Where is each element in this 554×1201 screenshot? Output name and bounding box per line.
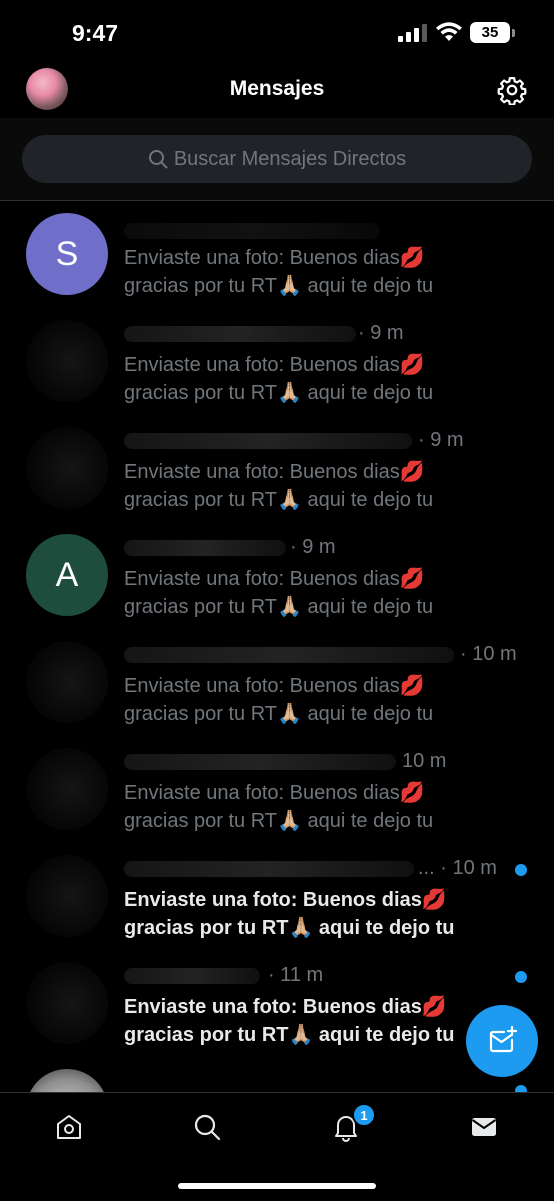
conversation-time: · 9 m: [290, 536, 336, 558]
conversation-time: · 9 m: [418, 429, 464, 451]
mail-icon: [471, 1118, 497, 1136]
message-preview-line1: Enviaste una foto: Buenos dias💋: [124, 461, 425, 483]
conversation-avatar[interactable]: [26, 855, 108, 937]
conversation-time: · 11 m: [268, 964, 324, 986]
conversation-row[interactable]: [0, 1057, 554, 1097]
message-preview-line2: gracias por tu RT🙏🏼 aqui te dejo tu: [124, 489, 434, 511]
message-preview-line2: gracias por tu RT🙏🏼 aqui te dejo tu: [124, 596, 434, 618]
tab-search[interactable]: [187, 1107, 227, 1147]
battery-icon: 35: [470, 22, 510, 43]
message-preview-line2: gracias por tu RT🙏🏼 aqui te dejo tu: [124, 810, 434, 832]
conversation-time: · 10 m: [460, 643, 517, 665]
search-placeholder: Buscar Mensajes Directos: [173, 147, 407, 170]
message-preview-line1: Enviaste una foto: Buenos dias💋: [124, 996, 447, 1018]
message-preview-line2: gracias por tu RT🙏🏼 aqui te dejo tu: [124, 275, 434, 297]
conversation-row[interactable]: · 9 m Enviaste una foto: Buenos dias💋 gr…: [0, 308, 554, 415]
conversation-time: 10 m: [402, 750, 447, 772]
conversation-avatar[interactable]: [26, 320, 108, 402]
status-time: 9:47: [72, 20, 119, 46]
message-preview-line2: gracias por tu RT🙏🏼 aqui te dejo tu: [124, 382, 434, 404]
conversation-avatar[interactable]: [26, 427, 108, 509]
conversation-name-redacted: [124, 223, 380, 239]
battery-nub: [512, 29, 515, 37]
conversation-name-redacted: [124, 540, 286, 556]
conversation-name-redacted: [124, 326, 356, 342]
conversation-row[interactable]: ... · 10 m Enviaste una foto: Buenos dia…: [0, 843, 554, 950]
conversation-time: ... · 10 m: [418, 857, 497, 879]
conversation-list: S Enviaste una foto: Buenos dias💋 gracia…: [0, 201, 554, 1097]
message-preview-line1: Enviaste una foto: Buenos dias💋: [124, 568, 425, 590]
conversation-avatar[interactable]: [26, 748, 108, 830]
conversation-avatar[interactable]: S: [26, 213, 108, 295]
new-message-button[interactable]: [466, 1005, 538, 1077]
page-title: Mensajes: [229, 77, 325, 100]
unread-indicator: [515, 864, 527, 876]
avatar-initial: S: [55, 234, 79, 273]
conversation-time: · 9 m: [358, 322, 404, 344]
conversation-name-redacted: [124, 861, 414, 877]
message-preview-line1: Enviaste una foto: Buenos dias💋: [124, 354, 425, 376]
home-icon: [57, 1115, 81, 1139]
conversation-row[interactable]: · 9 m Enviaste una foto: Buenos dias💋 gr…: [0, 415, 554, 522]
conversation-name-redacted: [124, 647, 454, 663]
unread-indicator: [515, 971, 527, 983]
cellular-signal-icon: [398, 24, 428, 42]
notifications-badge: 1: [352, 1103, 376, 1127]
conversation-row[interactable]: 10 m Enviaste una foto: Buenos dias💋 gra…: [0, 736, 554, 843]
conversation-name-redacted: [124, 968, 260, 984]
home-indicator[interactable]: [178, 1183, 376, 1189]
message-preview-line1: Enviaste una foto: Buenos dias💋: [124, 247, 425, 269]
message-preview-line2: gracias por tu RT🙏🏼 aqui te dejo tu: [124, 1024, 455, 1046]
conversation-row[interactable]: · 10 m Enviaste una foto: Buenos dias💋 g…: [0, 629, 554, 736]
message-preview-line1: Enviaste una foto: Buenos dias💋: [124, 675, 425, 697]
conversation-avatar[interactable]: [26, 641, 108, 723]
conversation-name-redacted: [124, 433, 412, 449]
wifi-icon: [436, 22, 462, 41]
search-icon: [194, 1114, 221, 1141]
message-preview-line2: gracias por tu RT🙏🏼 aqui te dejo tu: [124, 917, 455, 939]
message-preview-line1: Enviaste una foto: Buenos dias💋: [124, 889, 447, 911]
tab-home[interactable]: [49, 1107, 89, 1147]
conversation-avatar[interactable]: A: [26, 534, 108, 616]
compose-mail-icon: [489, 1025, 518, 1053]
conversation-avatar[interactable]: [26, 962, 108, 1044]
tab-messages[interactable]: [464, 1107, 504, 1147]
status-bar: 9:47 35: [0, 0, 554, 64]
message-preview-line2: gracias por tu RT🙏🏼 aqui te dejo tu: [124, 703, 434, 725]
conversation-name-redacted: [124, 754, 396, 770]
search-icon: [148, 150, 168, 169]
conversation-row[interactable]: S Enviaste una foto: Buenos dias💋 gracia…: [0, 201, 554, 308]
avatar-initial: A: [55, 555, 79, 594]
search-input[interactable]: Buscar Mensajes Directos: [22, 135, 532, 183]
top-header: Mensajes: [0, 64, 554, 118]
search-section: Buscar Mensajes Directos: [0, 118, 554, 201]
conversation-row[interactable]: A · 9 m Enviaste una foto: Buenos dias💋 …: [0, 522, 554, 629]
message-preview-line1: Enviaste una foto: Buenos dias💋: [124, 782, 425, 804]
gear-icon[interactable]: [497, 75, 527, 105]
